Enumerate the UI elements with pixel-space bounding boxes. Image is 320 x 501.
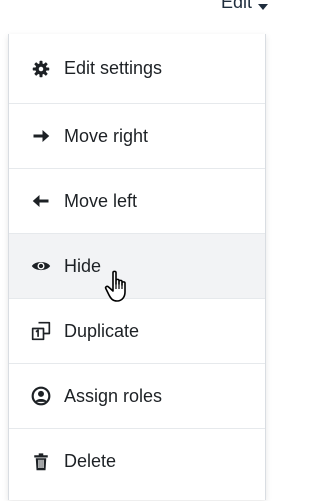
menu-item-label: Edit settings (64, 58, 163, 78)
menu-item-label: Move right (64, 125, 149, 146)
menu-item-label: Duplicate (64, 320, 140, 341)
copy-icon (31, 321, 51, 341)
menu-item-label: Move left (64, 190, 138, 211)
menu-item-label: Delete (64, 451, 117, 471)
menu-item-hide[interactable]: Hide (9, 234, 265, 299)
eye-icon (31, 256, 51, 276)
menu-item-delete[interactable]: Delete (9, 429, 265, 494)
edit-dropdown-menu: Edit settings Move right Move left Hide … (8, 34, 266, 500)
user-circle-icon (31, 386, 51, 406)
edit-dropdown-toggle[interactable]: Edit (221, 0, 268, 30)
menu-item-label: Assign roles (64, 385, 163, 406)
menu-item-move-left[interactable]: Move left (9, 169, 265, 234)
menu-item-move-right[interactable]: Move right (9, 104, 265, 169)
menu-item-duplicate[interactable]: Duplicate (9, 299, 265, 364)
caret-down-icon (258, 4, 268, 10)
edit-dropdown-label: Edit (220, 0, 252, 12)
trash-icon (31, 452, 51, 472)
menu-item-edit-settings[interactable]: Edit settings (9, 34, 265, 104)
arrow-left-icon (31, 191, 51, 211)
menu-item-assign-roles[interactable]: Assign roles (9, 364, 265, 429)
arrow-right-icon (31, 126, 51, 146)
page: Edit Edit settings Move right Move left … (0, 0, 288, 501)
menu-item-label: Hide (64, 255, 102, 276)
gear-icon (31, 59, 51, 79)
